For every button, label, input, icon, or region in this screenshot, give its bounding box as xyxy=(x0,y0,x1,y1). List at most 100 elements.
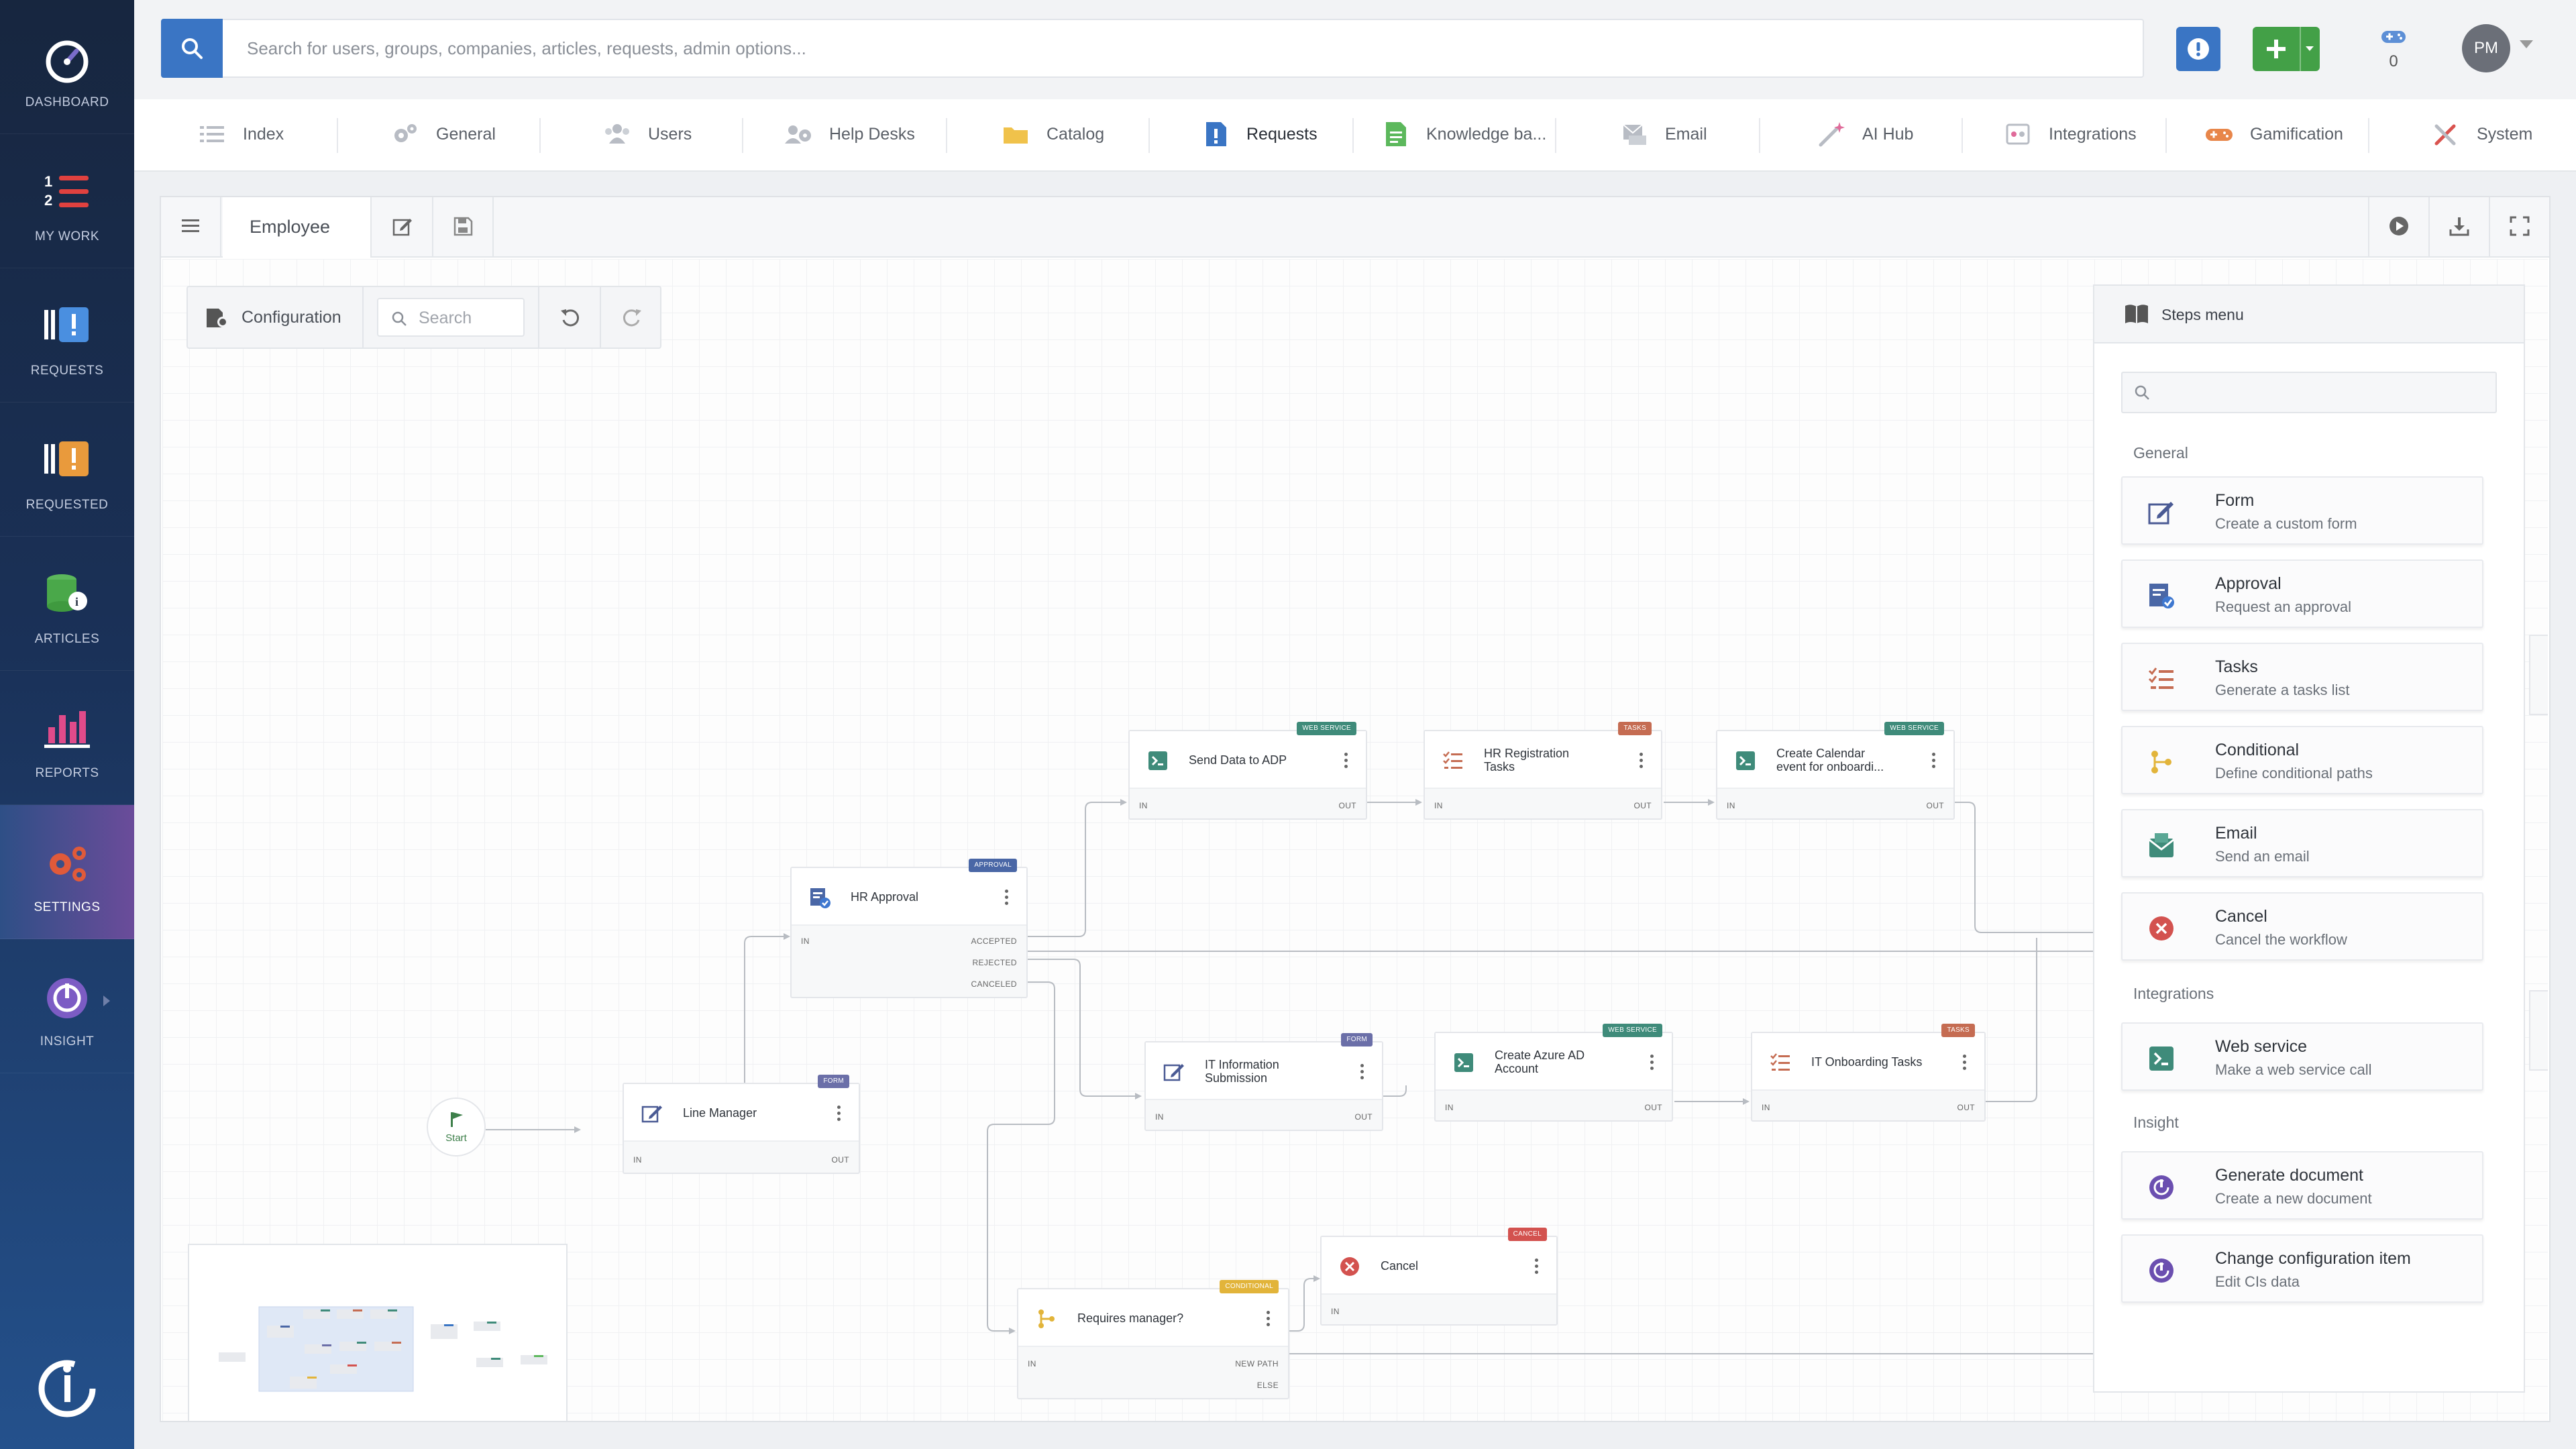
tab-general[interactable]: General xyxy=(390,99,592,172)
step-web-service[interactable]: Web service Make a web service call xyxy=(2121,1022,2483,1091)
tab-integrations[interactable]: Integrations xyxy=(2003,99,2204,172)
port-out[interactable]: OUT xyxy=(1926,801,1944,810)
node-menu-icon[interactable] xyxy=(1963,1055,1967,1072)
edit-button[interactable] xyxy=(373,197,433,256)
configuration-button[interactable]: Configuration xyxy=(188,287,364,347)
port-out[interactable]: OUT xyxy=(1354,1112,1373,1122)
gamification-badge[interactable]: 0 xyxy=(2373,24,2414,72)
chevron-down-icon[interactable] xyxy=(2520,40,2533,48)
fullscreen-button[interactable] xyxy=(2489,197,2549,256)
step-title: Conditional xyxy=(2215,741,2300,759)
tab-system[interactable]: System xyxy=(2431,99,2576,172)
step-tasks[interactable]: Tasks Generate a tasks list xyxy=(2121,643,2483,711)
step-cancel[interactable]: Cancel Cancel the workflow xyxy=(2121,892,2483,961)
port-in[interactable]: IN xyxy=(801,936,810,946)
port-in[interactable]: IN xyxy=(1331,1307,1340,1316)
canvas-search-input[interactable] xyxy=(419,306,519,330)
node-line-manager[interactable]: Line Manager FORM IN OUT xyxy=(623,1075,860,1174)
tab-knowledge-base[interactable]: Knowledge ba... xyxy=(1381,99,1582,172)
node-menu-icon[interactable] xyxy=(1535,1258,1539,1276)
chevron-down-icon[interactable] xyxy=(2305,46,2314,52)
tab-users[interactable]: Users xyxy=(602,99,804,172)
node-menu-icon[interactable] xyxy=(1640,753,1644,770)
play-button[interactable] xyxy=(2368,197,2428,256)
user-avatar[interactable]: PM xyxy=(2462,24,2510,72)
node-create-azure-ad-account[interactable]: Create Azure AD Account WEB SERVICE IN O… xyxy=(1434,1024,1673,1122)
nav-insight[interactable]: INSIGHT xyxy=(0,939,134,1073)
node-hr-approval[interactable]: HR Approval APPROVAL IN ACCEPTED REJECTE… xyxy=(790,859,1028,998)
tab-label: Help Desks xyxy=(829,125,915,144)
port-out[interactable]: OUT xyxy=(1957,1103,1975,1112)
nav-dashboard[interactable]: DASHBOARD xyxy=(0,0,134,134)
port-in[interactable]: IN xyxy=(1028,1359,1036,1368)
add-new-button[interactable] xyxy=(2253,27,2320,71)
nav-settings[interactable]: SETTINGS xyxy=(0,805,134,939)
port-out[interactable]: OUT xyxy=(831,1155,849,1165)
port-in[interactable]: IN xyxy=(633,1155,642,1165)
node-create-calendar-event[interactable]: Create Calendar event for onboardi... WE… xyxy=(1716,722,1955,820)
port-new-path[interactable]: NEW PATH xyxy=(1235,1359,1279,1368)
port-canceled[interactable]: CANCELED xyxy=(971,979,1017,989)
tab-ai-hub[interactable]: AI Hub xyxy=(1817,99,2018,172)
node-hr-registration-tasks[interactable]: HR Registration Tasks TASKS IN OUT xyxy=(1424,722,1662,820)
tab-help-desks[interactable]: Help Desks xyxy=(784,99,985,172)
port-out[interactable]: OUT xyxy=(1633,801,1652,810)
step-form[interactable]: Form Create a custom form xyxy=(2121,476,2483,545)
tab-index[interactable]: Index xyxy=(197,99,398,172)
step-email[interactable]: Email Send an email xyxy=(2121,809,2483,877)
steps-search-input[interactable] xyxy=(2157,381,2486,405)
tab-gamification[interactable]: Gamification xyxy=(2204,99,2406,172)
tab-requests[interactable]: Requests xyxy=(1201,99,1402,172)
menu-button[interactable] xyxy=(161,197,221,256)
chevron-right-icon[interactable] xyxy=(102,994,111,1008)
port-accepted[interactable]: ACCEPTED xyxy=(971,936,1017,946)
nav-requests[interactable]: REQUESTS xyxy=(0,268,134,402)
node-it-onboarding-tasks[interactable]: IT Onboarding Tasks TASKS IN OUT xyxy=(1751,1024,1986,1122)
undo-button[interactable] xyxy=(538,287,600,347)
node-menu-icon[interactable] xyxy=(1650,1055,1654,1072)
step-change-configuration-item[interactable]: Change configuration item Edit CIs data xyxy=(2121,1234,2483,1303)
step-conditional[interactable]: Conditional Define conditional paths xyxy=(2121,726,2483,794)
port-in[interactable]: IN xyxy=(1762,1103,1770,1112)
port-in[interactable]: IN xyxy=(1445,1103,1454,1112)
port-else[interactable]: ELSE xyxy=(1257,1381,1279,1390)
nav-reports[interactable]: REPORTS xyxy=(0,671,134,805)
workflow-canvas[interactable]: Configuration Search Start Line Manager … xyxy=(162,259,2548,1421)
node-requires-manager[interactable]: Requires manager? CONDITIONAL IN NEW PAT… xyxy=(1017,1280,1289,1399)
nav-my-work[interactable]: 1 2 MY WORK xyxy=(0,134,134,268)
node-send-data-adp[interactable]: Send Data to ADP WEB SERVICE IN OUT xyxy=(1128,722,1367,820)
node-partially-hidden[interactable] xyxy=(2529,635,2548,715)
node-menu-icon[interactable] xyxy=(1344,753,1348,770)
node-menu-icon[interactable] xyxy=(837,1106,841,1123)
minimap[interactable] xyxy=(188,1244,568,1421)
node-menu-icon[interactable] xyxy=(1360,1064,1364,1081)
tab-email[interactable]: Email xyxy=(1619,99,1821,172)
global-search-input[interactable] xyxy=(223,19,2144,78)
node-menu-icon[interactable] xyxy=(1932,753,1936,770)
search-button[interactable] xyxy=(161,19,223,78)
canvas-toolbar: Configuration xyxy=(186,286,661,349)
download-button[interactable] xyxy=(2428,197,2489,256)
port-rejected[interactable]: REJECTED xyxy=(972,958,1017,967)
redo-button[interactable] xyxy=(600,287,661,347)
nav-articles[interactable]: i ARTICLES xyxy=(0,537,134,671)
node-menu-icon[interactable] xyxy=(1267,1311,1271,1328)
step-generate-document[interactable]: Generate document Create a new document xyxy=(2121,1151,2483,1220)
save-button[interactable] xyxy=(433,197,494,256)
port-in[interactable]: IN xyxy=(1139,801,1148,810)
port-in[interactable]: IN xyxy=(1155,1112,1164,1122)
alert-button[interactable] xyxy=(2176,27,2220,71)
step-approval[interactable]: Approval Request an approval xyxy=(2121,559,2483,628)
tools-icon xyxy=(2434,124,2456,146)
nav-requested[interactable]: REQUESTED xyxy=(0,402,134,537)
node-it-information-submission[interactable]: IT Information Submission FORM IN OUT xyxy=(1144,1033,1383,1131)
port-out[interactable]: OUT xyxy=(1644,1103,1662,1112)
node-menu-icon[interactable] xyxy=(1005,890,1009,907)
node-cancel[interactable]: Cancel CANCEL IN xyxy=(1320,1228,1558,1326)
port-in[interactable]: IN xyxy=(1727,801,1735,810)
node-partially-hidden[interactable] xyxy=(2529,990,2548,1071)
start-node[interactable]: Start xyxy=(427,1097,486,1157)
port-in[interactable]: IN xyxy=(1434,801,1443,810)
port-out[interactable]: OUT xyxy=(1338,801,1356,810)
tab-catalog[interactable]: Catalog xyxy=(1001,99,1202,172)
